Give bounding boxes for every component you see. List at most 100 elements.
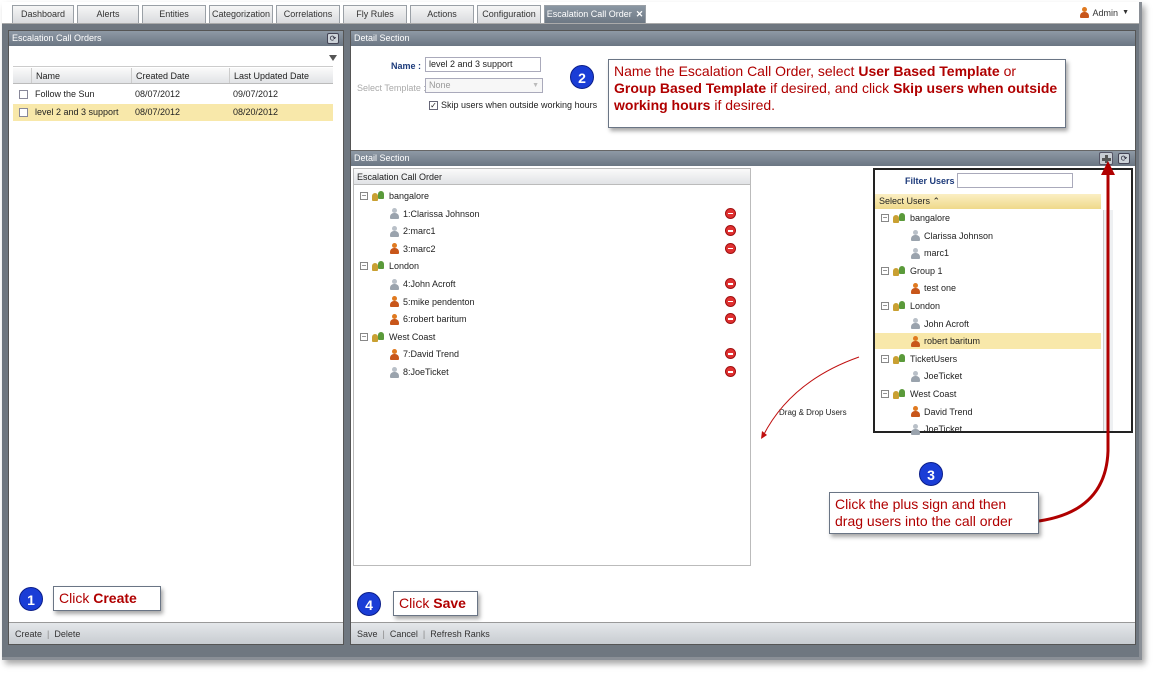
top-tab-bar: Dashboard Alerts Entities Categorization… <box>2 2 1139 24</box>
user-icon <box>390 243 399 255</box>
select-group[interactable]: − bangalore <box>881 210 950 226</box>
tree-group[interactable]: − bangalore <box>360 188 429 204</box>
select-group[interactable]: − Group 1 <box>881 263 943 279</box>
collapse-icon[interactable]: − <box>881 354 889 363</box>
tab-configuration[interactable]: Configuration <box>477 5 541 23</box>
row-checkbox[interactable] <box>19 108 28 117</box>
select-user[interactable]: John Acroft <box>911 316 969 332</box>
group-label: bangalore <box>910 213 951 223</box>
collapse-icon[interactable]: − <box>360 332 368 341</box>
skip-users-option[interactable]: ✓ Skip users when outside working hours <box>429 100 597 110</box>
remove-icon[interactable] <box>725 348 736 360</box>
select-user[interactable]: JoeTicket <box>911 421 962 437</box>
collapse-icon[interactable]: − <box>360 262 368 271</box>
user-icon <box>911 282 920 294</box>
call-order-tree: Escalation Call Order − bangalore 1:Claris… <box>353 168 751 566</box>
user-icon <box>390 278 399 290</box>
collapse-icon[interactable]: − <box>881 214 889 222</box>
drag-arrow-path <box>762 356 860 437</box>
tab-correlations[interactable]: Correlations <box>276 5 340 23</box>
filter-users-label: Filter Users : <box>905 176 961 186</box>
template-select[interactable]: None ▼ <box>425 78 543 93</box>
tree-group[interactable]: − West Coast <box>360 329 435 345</box>
callout-4-bold: Save <box>433 595 466 611</box>
select-group[interactable]: − TicketUsers <box>881 351 957 367</box>
tree-user[interactable]: 3:marc2 <box>390 241 436 257</box>
select-user[interactable]: JoeTicket <box>911 368 962 384</box>
select-user[interactable]: David Trend <box>911 404 973 420</box>
remove-icon[interactable] <box>725 225 736 237</box>
select-user[interactable]: marc1 <box>911 245 949 261</box>
tab-actions[interactable]: Actions <box>410 5 474 23</box>
col-created-date[interactable]: Created Date <box>131 68 229 83</box>
tree-user[interactable]: 1:Clarissa Johnson <box>390 206 480 222</box>
detail-section-title: Detail Section <box>351 31 1135 46</box>
tab-entities[interactable]: Entities <box>142 5 206 23</box>
collapse-icon[interactable]: − <box>360 192 368 200</box>
user-label: 6:robert baritum <box>403 314 467 325</box>
tree-user[interactable]: 7:David Trend <box>390 346 459 362</box>
detail-inner: Detail Section ⟳ Escalation Call Order −… <box>351 150 1135 644</box>
save-button[interactable]: Save <box>357 629 378 639</box>
divider: | <box>47 629 50 639</box>
remove-icon[interactable] <box>725 207 736 219</box>
refresh-icon[interactable]: ⟳ <box>327 33 339 44</box>
collapse-icon[interactable]: − <box>881 302 889 310</box>
table-row[interactable]: Follow the Sun 08/07/2012 09/07/2012 <box>13 86 333 103</box>
grid-filter-row <box>13 51 333 67</box>
filter-icon[interactable] <box>329 55 337 61</box>
tab-dashboard[interactable]: Dashboard <box>12 5 74 23</box>
tree-user[interactable]: 8:JoeTicket <box>390 364 449 380</box>
remove-icon[interactable] <box>725 295 736 307</box>
delete-button[interactable]: Delete <box>54 629 80 639</box>
user-icon <box>911 423 920 435</box>
tree-group[interactable]: − London <box>360 258 419 274</box>
callout-2-text: or <box>999 63 1017 79</box>
close-icon[interactable]: ✕ <box>636 9 644 19</box>
create-button[interactable]: Create <box>15 629 42 639</box>
skip-users-label: Skip users when outside working hours <box>441 100 598 110</box>
group-label: London <box>910 301 941 311</box>
tab-escalation-call-order[interactable]: Escalation Call Order ✕ <box>544 5 646 23</box>
tab-alerts[interactable]: Alerts <box>77 5 139 23</box>
plus-arrow-head <box>1101 161 1115 175</box>
cancel-button[interactable]: Cancel <box>390 629 418 639</box>
tab-label: Escalation Call Order <box>546 9 632 19</box>
callout-2-text: Name the Escalation Call Order, select <box>614 63 859 79</box>
remove-icon[interactable] <box>725 242 736 254</box>
user-icon <box>911 247 920 259</box>
select-user[interactable]: Clarissa Johnson <box>911 228 993 244</box>
user-menu[interactable]: Admin ▼ <box>1079 7 1129 18</box>
user-label: robert baritum <box>924 336 981 347</box>
user-label: JoeTicket <box>924 424 963 435</box>
select-group[interactable]: − London <box>881 298 940 314</box>
callout-3-badge: 3 <box>919 462 943 486</box>
select-group[interactable]: − West Coast <box>881 386 956 402</box>
table-row-selected[interactable]: level 2 and 3 support 08/07/2012 08/20/2… <box>13 104 333 121</box>
remove-icon[interactable] <box>725 366 736 377</box>
select-user[interactable]: test one <box>911 280 956 296</box>
row-checkbox[interactable] <box>19 90 28 99</box>
callout-2: Name the Escalation Call Order, select U… <box>608 59 1066 128</box>
name-input[interactable]: level 2 and 3 support <box>425 57 541 72</box>
remove-icon[interactable] <box>725 313 736 325</box>
remove-icon[interactable] <box>725 278 736 289</box>
user-icon <box>390 296 399 308</box>
refresh-ranks-button[interactable]: Refresh Ranks <box>430 629 490 639</box>
tree-user[interactable]: 6:robert baritum <box>390 311 467 327</box>
tree-user[interactable]: 5:mike pendenton <box>390 294 475 310</box>
collapse-icon[interactable]: − <box>881 390 889 398</box>
tree-user[interactable]: 4:John Acroft <box>390 276 456 292</box>
group-icon <box>893 353 906 364</box>
divider: | <box>422 629 426 639</box>
col-last-updated-date[interactable]: Last Updated Date <box>229 68 333 83</box>
tab-fly-rules[interactable]: Fly Rules <box>343 5 407 23</box>
collapse-icon[interactable]: − <box>881 266 889 275</box>
row-name: level 2 and 3 support <box>35 107 119 117</box>
group-icon <box>893 265 906 276</box>
tab-categorization[interactable]: Categorization <box>209 5 273 23</box>
skip-users-checkbox[interactable]: ✓ <box>429 100 438 110</box>
user-name: Admin <box>1092 7 1119 18</box>
tree-user[interactable]: 2:marc1 <box>390 223 436 239</box>
col-name[interactable]: Name <box>31 68 131 83</box>
